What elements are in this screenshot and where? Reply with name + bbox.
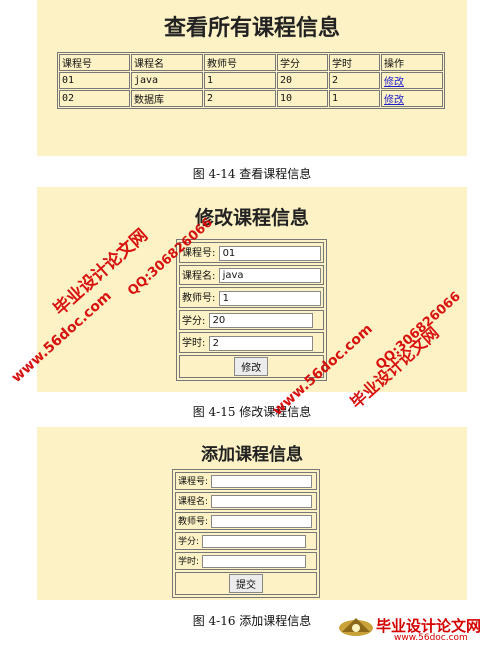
- hours-input[interactable]: 2: [208, 335, 313, 351]
- form-row: 教师号:: [175, 512, 317, 530]
- table-cell: 修改: [381, 72, 443, 89]
- course-id-input[interactable]: [210, 475, 312, 488]
- logo-url: www.56doc.com: [394, 633, 468, 643]
- table-row: 01 java 1 20 2 修改: [59, 72, 443, 89]
- form-row: 课程号: 01: [179, 242, 324, 263]
- field-label: 课程名:: [182, 270, 216, 282]
- teacher-id-input[interactable]: [210, 515, 312, 528]
- submit-button[interactable]: 提交: [229, 574, 263, 593]
- course-name-input[interactable]: [210, 495, 312, 508]
- form-row: 提交: [175, 572, 317, 595]
- form-row: 课程名:: [175, 492, 317, 510]
- form-cell: 修改: [179, 354, 324, 378]
- page-title: 添加课程信息: [201, 445, 303, 465]
- header-cell: 课程号: [59, 54, 130, 71]
- field-label: 教师号:: [178, 517, 209, 527]
- field-label: 学分:: [178, 537, 200, 547]
- form-row: 学分: 20: [179, 309, 324, 330]
- form-cell: 课程名:: [175, 492, 317, 510]
- form-row: 学分:: [175, 532, 317, 550]
- table-cell: 修改: [381, 90, 443, 107]
- edit-link[interactable]: 修改: [384, 95, 404, 106]
- edit-link[interactable]: 修改: [384, 77, 404, 88]
- header-cell: 操作: [381, 54, 443, 71]
- form-cell: 学分: 20: [179, 309, 324, 330]
- table-cell: 01: [59, 72, 130, 89]
- edit-form: 课程号: 01 课程名: java 教师号: 1 学分: 20 学时: 2 修改: [176, 239, 327, 381]
- table-cell: 2: [204, 90, 276, 107]
- figure-caption: 图 4-15 修改课程信息: [192, 405, 312, 419]
- course-name-input[interactable]: java: [218, 268, 321, 283]
- field-label: 学分:: [182, 315, 206, 327]
- table-cell: 2: [329, 72, 380, 89]
- form-row: 课程名: java: [179, 264, 324, 285]
- form-cell: 课程号:: [175, 472, 317, 490]
- form-cell: 教师号:: [175, 512, 317, 530]
- header-cell: 教师号: [204, 54, 276, 71]
- form-cell: 学时:: [175, 552, 317, 570]
- form-row: 教师号: 1: [179, 287, 324, 308]
- page-title: 查看所有课程信息: [163, 15, 340, 41]
- hours-input[interactable]: [201, 555, 306, 568]
- form-cell: 学时: 2: [179, 332, 324, 353]
- form-row: 学时:: [175, 552, 317, 570]
- form-row: 修改: [179, 354, 324, 378]
- header-cell: 课程名: [131, 54, 203, 71]
- view-courses-panel: 查看所有课程信息 课程号 课程名 教师号 学分 学时 操作 01 java 1 …: [37, 0, 467, 156]
- form-row: 学时: 2: [179, 332, 324, 353]
- field-label: 教师号:: [182, 293, 216, 304]
- course-id-input[interactable]: 01: [218, 245, 321, 261]
- add-course-panel: 添加课程信息 课程号: 课程名: 教师号: 学分: 学时: 提交: [37, 427, 467, 600]
- field-label: 学时:: [182, 338, 206, 349]
- header-cell: 学分: [277, 54, 328, 71]
- add-form: 课程号: 课程名: 教师号: 学分: 学时: 提交: [172, 469, 320, 598]
- form-cell: 学分:: [175, 532, 317, 550]
- table-cell: 20: [277, 72, 328, 89]
- field-label: 学时:: [178, 557, 200, 567]
- table-cell: java: [131, 72, 203, 89]
- table-row: 02 数据库 2 10 1 修改: [59, 90, 443, 107]
- table-cell: 1: [329, 90, 380, 107]
- form-row: 课程号:: [175, 472, 317, 490]
- form-cell: 课程号: 01: [179, 242, 324, 263]
- form-cell: 提交: [175, 572, 317, 595]
- header-cell: 学时: [329, 54, 380, 71]
- modify-button[interactable]: 修改: [234, 356, 269, 376]
- table-cell: 10: [277, 90, 328, 107]
- credit-input[interactable]: 20: [208, 313, 313, 328]
- teacher-id-input[interactable]: 1: [218, 290, 321, 306]
- form-cell: 教师号: 1: [179, 287, 324, 308]
- page-title: 修改课程信息: [194, 207, 309, 229]
- table-header-row: 课程号 课程名 教师号 学分 学时 操作: [59, 54, 443, 71]
- table-cell: 数据库: [131, 90, 203, 107]
- credit-input[interactable]: [201, 535, 306, 548]
- figure-caption: 图 4-14 查看课程信息: [192, 167, 312, 181]
- table-cell: 02: [59, 90, 130, 107]
- table-cell: 1: [204, 72, 276, 89]
- course-table: 课程号 课程名 教师号 学分 学时 操作 01 java 1 20 2 修改 0…: [57, 52, 445, 109]
- field-label: 课程号:: [178, 477, 209, 487]
- logo-icon: [339, 618, 373, 636]
- form-cell: 课程名: java: [179, 264, 324, 285]
- field-label: 课程名:: [178, 497, 209, 507]
